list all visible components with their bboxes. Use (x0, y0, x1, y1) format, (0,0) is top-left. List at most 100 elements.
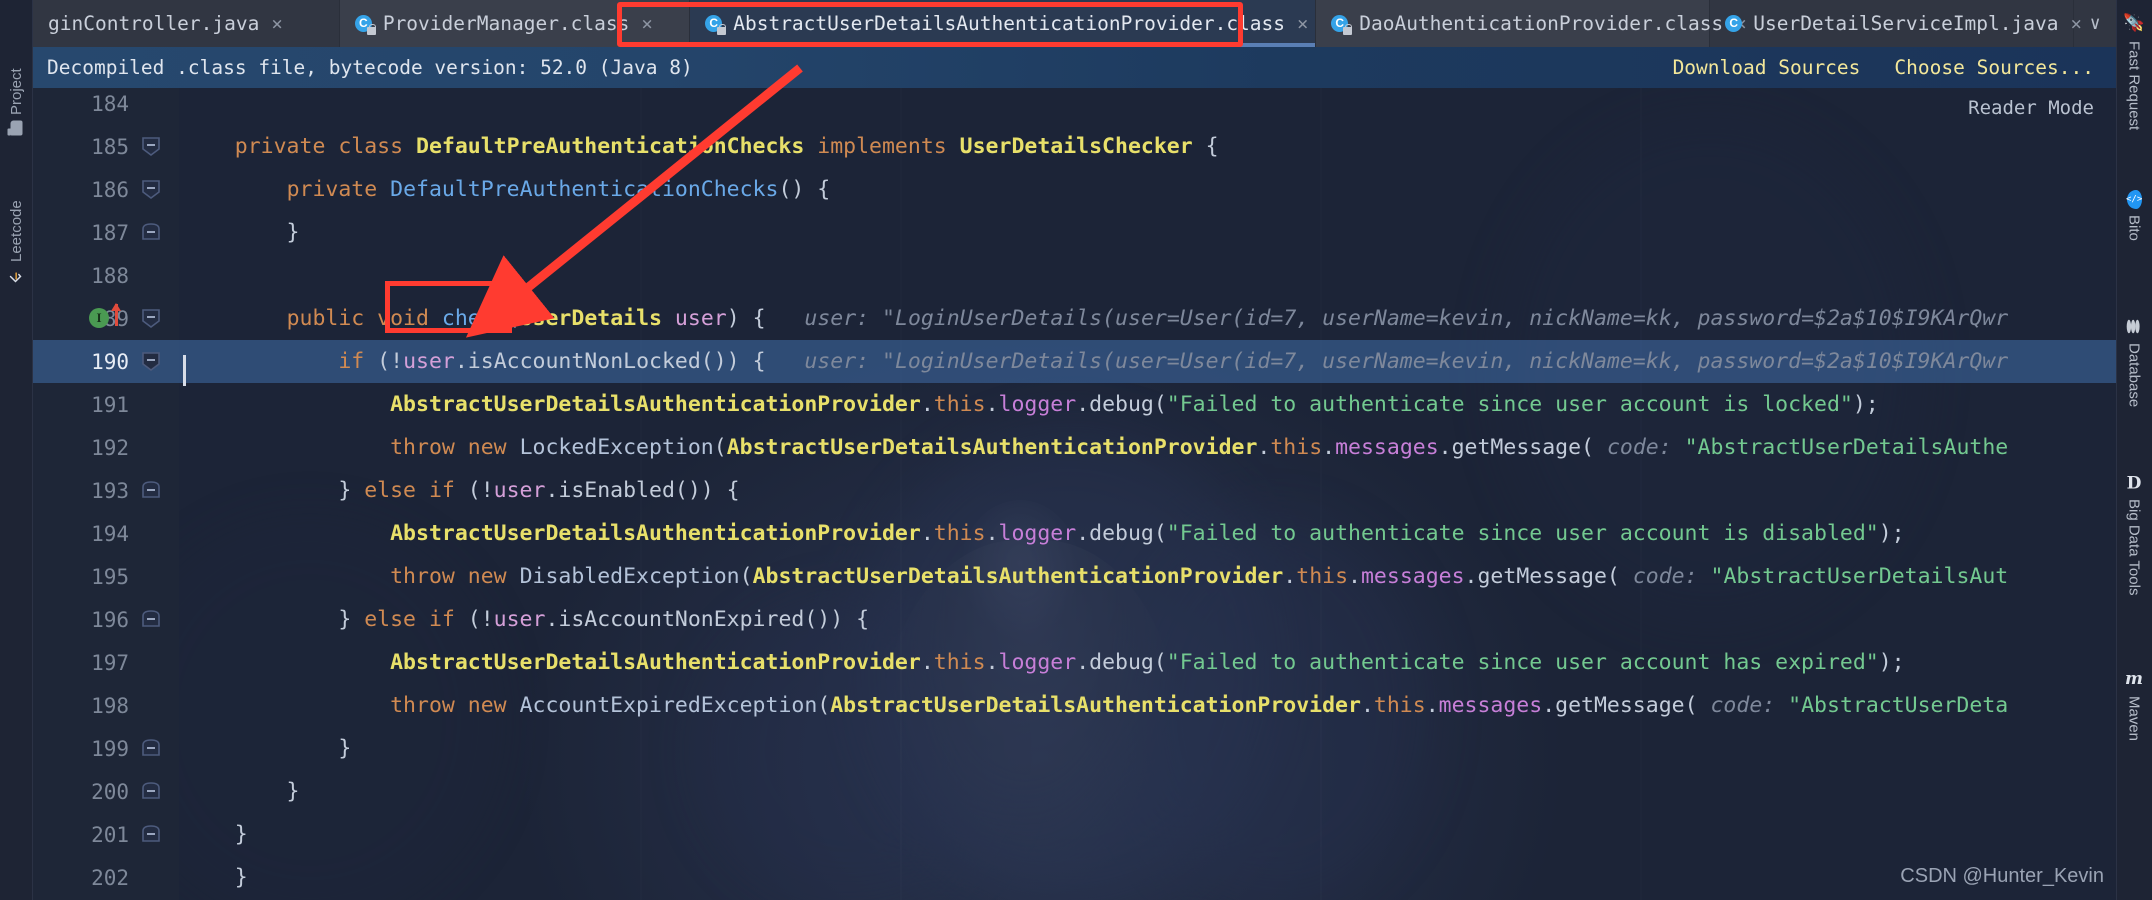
code-line-184[interactable]: 184 (33, 88, 2116, 125)
code-text[interactable]: throw new DisabledException(AbstractUser… (179, 564, 2116, 589)
gutter-marks[interactable] (129, 555, 179, 598)
editor-tab-1[interactable]: C ProviderManager.class × (339, 0, 691, 47)
code-token: (! (454, 478, 494, 503)
sidebar-item-maven[interactable]: m Maven (2116, 669, 2152, 741)
sidebar-item-fast-request[interactable]: 🚀 Fast Request (2116, 12, 2152, 130)
code-line-199[interactable]: 199 } (33, 727, 2116, 770)
code-line-191[interactable]: 191 AbstractUserDetailsAuthenticationPro… (33, 383, 2116, 426)
fold-collapse-icon[interactable] (139, 177, 163, 201)
gutter-marks[interactable] (129, 598, 179, 641)
code-text[interactable]: } (179, 220, 2116, 245)
close-icon[interactable]: × (1297, 13, 1308, 35)
code-line-200[interactable]: 200 } (33, 770, 2116, 813)
code-text[interactable]: public void check(UserDetails user) { us… (179, 306, 2116, 331)
code-line-192[interactable]: 192 throw new LockedException(AbstractUs… (33, 426, 2116, 469)
code-text[interactable]: } (179, 779, 2116, 804)
code-token: DefaultPreAuthenticationChecks (416, 134, 805, 159)
code-line-189[interactable]: 189 I public void check(UserDetails user)… (33, 297, 2116, 340)
big-data-tools-icon: D (2126, 473, 2142, 494)
code-line-197[interactable]: 197 AbstractUserDetailsAuthenticationPro… (33, 641, 2116, 684)
code-text[interactable]: AbstractUserDetailsAuthenticationProvide… (179, 650, 2116, 675)
run-gutter-icon[interactable]: I (89, 308, 109, 328)
code-line-194[interactable]: 194 AbstractUserDetailsAuthenticationPro… (33, 512, 2116, 555)
gutter-marks[interactable]: I (89, 297, 179, 340)
code-line-190[interactable]: 190 if (!user.isAccountNonLocked()) { us… (33, 340, 2116, 386)
gutter-marks[interactable] (129, 469, 179, 512)
editor-tab-2[interactable]: C AbstractUserDetailsAuthenticationProvid… (690, 0, 1317, 47)
code-line-195[interactable]: 195 throw new DisabledException(Abstract… (33, 555, 2116, 598)
code-text[interactable]: AbstractUserDetailsAuthenticationProvide… (179, 521, 2116, 546)
editor-tab-3[interactable]: CDaoAuthenticationProvider.class× (1316, 0, 1747, 47)
sidebar-item-bito[interactable]: </> Bito (2116, 190, 2152, 241)
code-line-198[interactable]: 198 throw new AccountExpiredException(Ab… (33, 684, 2116, 727)
gutter-marks[interactable] (129, 383, 179, 426)
choose-sources-link[interactable]: Choose Sources... (1894, 56, 2094, 79)
gutter-marks[interactable] (129, 770, 179, 813)
fold-collapse-icon[interactable] (139, 349, 163, 373)
bito-icon: </> (2126, 190, 2142, 209)
code-text[interactable]: private DefaultPreAuthenticationChecks()… (179, 177, 2116, 202)
code-token: else if (364, 607, 455, 632)
gutter-marks[interactable] (129, 211, 179, 254)
code-line-196[interactable]: 196 } else if (!user.isAccountNonExpired… (33, 598, 2116, 641)
gutter-marks[interactable] (129, 813, 179, 856)
code-line-185[interactable]: 185 private class DefaultPreAuthenticati… (33, 125, 2116, 168)
editor-tab-bar: ginController.java × C ProviderManager.clas… (33, 0, 2116, 47)
gutter-marks[interactable] (129, 727, 179, 770)
fold-end-icon[interactable] (139, 478, 163, 502)
code-lines[interactable]: 184 185 private class DefaultPreAuthentic… (33, 88, 2116, 900)
gutter-marks[interactable] (129, 684, 179, 727)
gutter-marks[interactable] (129, 88, 179, 125)
line-number: 195 (91, 564, 129, 589)
code-line-187[interactable]: 187 } (33, 211, 2116, 254)
gutter-marks[interactable] (129, 168, 179, 211)
code-text[interactable]: } (179, 736, 2116, 761)
close-icon[interactable]: × (271, 13, 282, 35)
fold-end-icon[interactable] (139, 779, 163, 803)
code-token: . (920, 521, 934, 546)
code-line-202[interactable]: 202 } (33, 856, 2116, 899)
code-text[interactable]: } else if (!user.isEnabled()) { (179, 478, 2116, 503)
editor-tab-0[interactable]: ginController.java × (33, 0, 340, 47)
gutter-marks[interactable] (129, 340, 179, 383)
editor-tab-4[interactable]: C UserDetailServiceImpl.java × (1710, 0, 2082, 47)
code-text[interactable]: } (179, 865, 2116, 890)
code-text[interactable]: throw new AccountExpiredException(Abstra… (179, 693, 2116, 718)
fold-collapse-icon[interactable] (139, 134, 163, 158)
fold-end-icon[interactable] (139, 736, 163, 760)
gutter-marks[interactable] (129, 125, 179, 168)
close-icon[interactable]: × (641, 13, 652, 35)
sidebar-item-leetcode[interactable]: Leetcode (0, 155, 33, 285)
gutter-marks[interactable] (129, 512, 179, 555)
code-line-193[interactable]: 193 } else if (!user.isEnabled()) { (33, 469, 2116, 512)
code-text[interactable]: if (!user.isAccountNonLocked()) { user: … (179, 349, 2116, 386)
code-token: . (1283, 564, 1297, 589)
code-token: user: "LoginUserDetails(user=User(id=7, … (765, 349, 2009, 374)
fold-end-icon[interactable] (139, 822, 163, 846)
fold-end-icon[interactable] (139, 220, 163, 244)
code-text[interactable]: } (179, 822, 2116, 847)
download-sources-link[interactable]: Download Sources (1673, 56, 1861, 79)
code-text[interactable]: private class DefaultPreAuthenticationCh… (179, 134, 2116, 159)
close-icon[interactable]: × (2070, 13, 2081, 35)
code-text[interactable]: AbstractUserDetailsAuthenticationProvide… (179, 392, 2116, 417)
code-text[interactable]: throw new LockedException(AbstractUserDe… (179, 435, 2116, 460)
gutter-marks[interactable] (129, 426, 179, 469)
code-token: user (493, 478, 546, 503)
code-line-201[interactable]: 201 } (33, 813, 2116, 856)
sidebar-item-big-data-tools[interactable]: D Big Data Tools (2116, 473, 2152, 595)
code-line-186[interactable]: 186 private DefaultPreAuthenticationChec… (33, 168, 2116, 211)
code-line-188[interactable]: 188 (33, 254, 2116, 297)
sidebar-item-project[interactable]: Project (0, 14, 33, 136)
override-arrow-icon[interactable] (111, 303, 121, 326)
code-text[interactable]: } else if (!user.isAccountNonExpired()) … (179, 607, 2116, 632)
gutter-marks[interactable] (129, 641, 179, 684)
sidebar-item-label-fast-request: Fast Request (2125, 40, 2143, 130)
reader-mode-label[interactable]: Reader Mode (1968, 97, 2094, 119)
gutter-marks[interactable] (129, 856, 179, 899)
fold-collapse-icon[interactable] (139, 306, 163, 330)
sidebar-item-database[interactable]: Database (2116, 318, 2152, 407)
gutter-marks[interactable] (129, 254, 179, 297)
fold-end-icon[interactable] (139, 607, 163, 631)
code-editor[interactable]: Reader Mode 184 185 private class Default… (33, 88, 2116, 900)
